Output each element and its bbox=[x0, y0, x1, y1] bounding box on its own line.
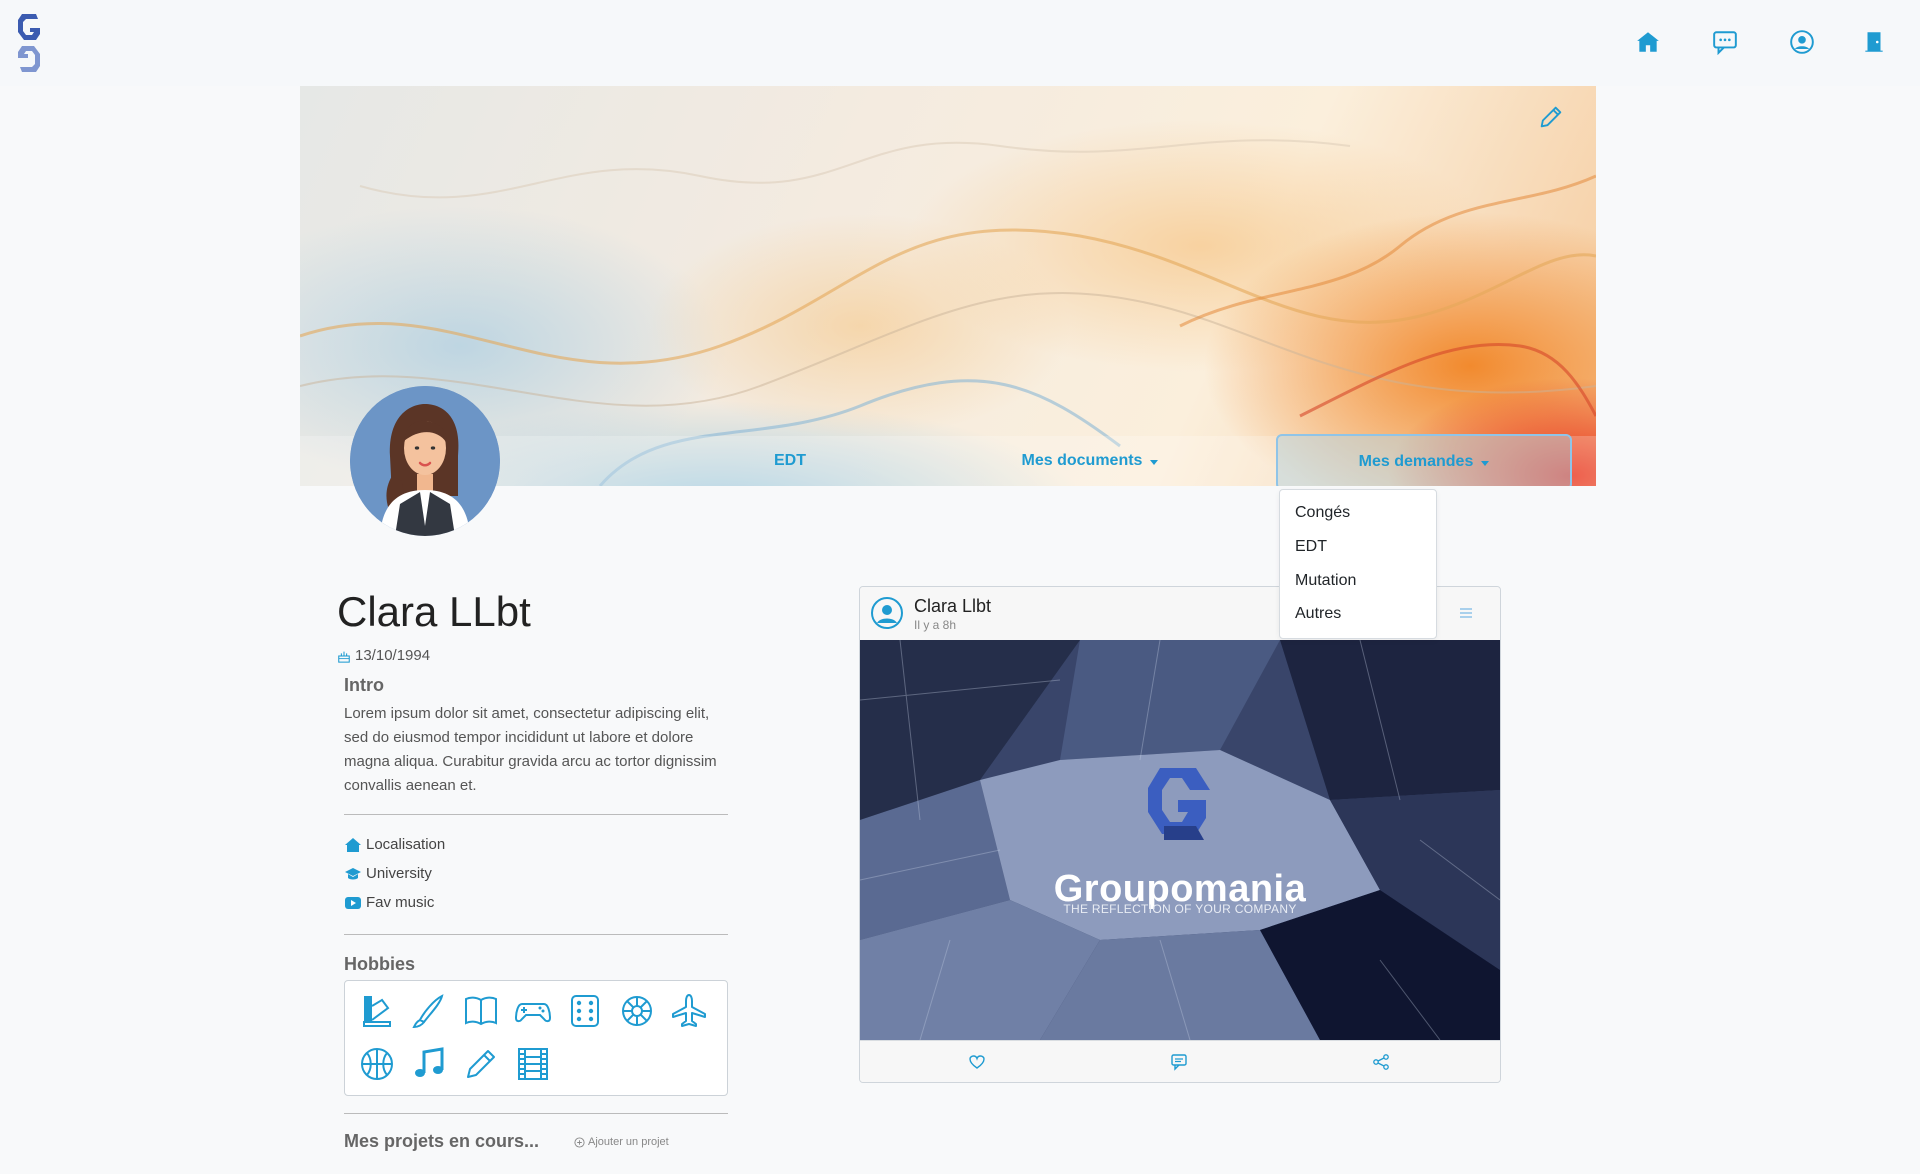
pencil-icon bbox=[462, 1045, 500, 1083]
dropdown-item-mutation[interactable]: Mutation bbox=[1295, 572, 1356, 590]
info-location: Localisation bbox=[344, 836, 445, 853]
cover-marble-pattern bbox=[300, 139, 1596, 486]
comment-icon[interactable] bbox=[1170, 1053, 1190, 1073]
youtube-icon bbox=[345, 896, 361, 909]
book-icon bbox=[462, 992, 500, 1030]
user-circle-icon[interactable] bbox=[870, 596, 904, 630]
hobbies-box bbox=[344, 980, 728, 1096]
film-icon bbox=[514, 1045, 552, 1083]
intro-text: Lorem ipsum dolor sit amet, consectetur … bbox=[344, 705, 717, 794]
hobbies-title: Hobbies bbox=[344, 954, 416, 974]
like-heart-icon[interactable] bbox=[968, 1053, 988, 1073]
tab-mes-documents[interactable]: Mes documents bbox=[1000, 436, 1180, 486]
graduation-cap-icon bbox=[345, 867, 361, 879]
post-time: Il y a 8h bbox=[914, 618, 957, 632]
chat-icon[interactable] bbox=[1709, 26, 1741, 58]
post-image-geometric-background bbox=[860, 640, 1500, 1040]
add-project-button[interactable]: Ajouter un projet bbox=[574, 1136, 669, 1148]
dropdown-item-autres[interactable]: Autres bbox=[1295, 605, 1341, 623]
brush-icon bbox=[410, 992, 448, 1030]
info-location-label: Localisation bbox=[366, 836, 446, 853]
info-school-label: University bbox=[366, 865, 432, 882]
flower-icon bbox=[618, 992, 656, 1030]
divider bbox=[344, 814, 728, 815]
dropdown-item-conges[interactable]: Congés bbox=[1295, 504, 1350, 522]
edit-cover-pencil-icon[interactable] bbox=[1537, 103, 1567, 133]
divider bbox=[344, 934, 728, 935]
caret-down-icon bbox=[1481, 460, 1490, 466]
tab-edt-label: EDT bbox=[774, 452, 806, 469]
top-navbar bbox=[0, 0, 1920, 86]
tab-mes-demandes[interactable]: Mes demandes bbox=[1276, 434, 1572, 486]
birthdate-text: 13/10/1994 bbox=[355, 647, 431, 664]
profile-avatar[interactable] bbox=[350, 386, 500, 536]
info-music: Fav music bbox=[344, 894, 434, 911]
post-actions bbox=[860, 1040, 1500, 1082]
share-icon[interactable] bbox=[1372, 1053, 1392, 1073]
music-note-icon bbox=[410, 1045, 448, 1083]
gamepad-icon bbox=[514, 992, 552, 1030]
plus-circle-icon bbox=[574, 1136, 585, 1148]
projects-title: Mes projets en cours... bbox=[344, 1131, 540, 1151]
post-card: Clara Llbt Il y a 8h Groupomania THE REF… bbox=[859, 586, 1501, 1083]
divider bbox=[344, 1113, 728, 1114]
post-image-tagline: THE REFLECTION OF YOUR COMPANY bbox=[1063, 902, 1297, 916]
add-project-label: Ajouter un projet bbox=[588, 1136, 669, 1148]
tab-edt[interactable]: EDT bbox=[720, 436, 860, 486]
tab-mes-demandes-label: Mes demandes bbox=[1358, 453, 1474, 470]
cake-icon bbox=[338, 651, 350, 663]
groupomania-logo-icon[interactable] bbox=[12, 10, 46, 76]
profile-name: Clara LLbt bbox=[337, 588, 531, 635]
dropdown-item-edt[interactable]: EDT bbox=[1295, 538, 1327, 556]
birthdate: 13/10/1994 bbox=[337, 647, 430, 664]
mes-demandes-dropdown: Congés EDT Mutation Autres bbox=[1279, 489, 1437, 639]
post-menu-icon[interactable] bbox=[1458, 605, 1474, 619]
profile-icon[interactable] bbox=[1786, 26, 1818, 58]
post-author[interactable]: Clara Llbt bbox=[914, 596, 991, 617]
info-music-label: Fav music bbox=[366, 894, 435, 911]
cover-banner: EDT Mes documents Mes demandes bbox=[300, 86, 1596, 486]
caret-down-icon bbox=[1150, 459, 1159, 465]
house-icon bbox=[345, 837, 361, 852]
basketball-icon bbox=[358, 1045, 396, 1083]
palette-icon bbox=[358, 992, 396, 1030]
home-icon[interactable] bbox=[1632, 26, 1664, 58]
intro-title: Intro bbox=[344, 675, 384, 695]
logout-door-icon[interactable] bbox=[1858, 26, 1890, 58]
dice-icon bbox=[566, 992, 604, 1030]
airplane-icon bbox=[670, 992, 708, 1030]
tab-mes-documents-label: Mes documents bbox=[1021, 452, 1143, 469]
info-school: University bbox=[344, 865, 432, 882]
post-image[interactable]: Groupomania THE REFLECTION OF YOUR COMPA… bbox=[860, 640, 1500, 1040]
